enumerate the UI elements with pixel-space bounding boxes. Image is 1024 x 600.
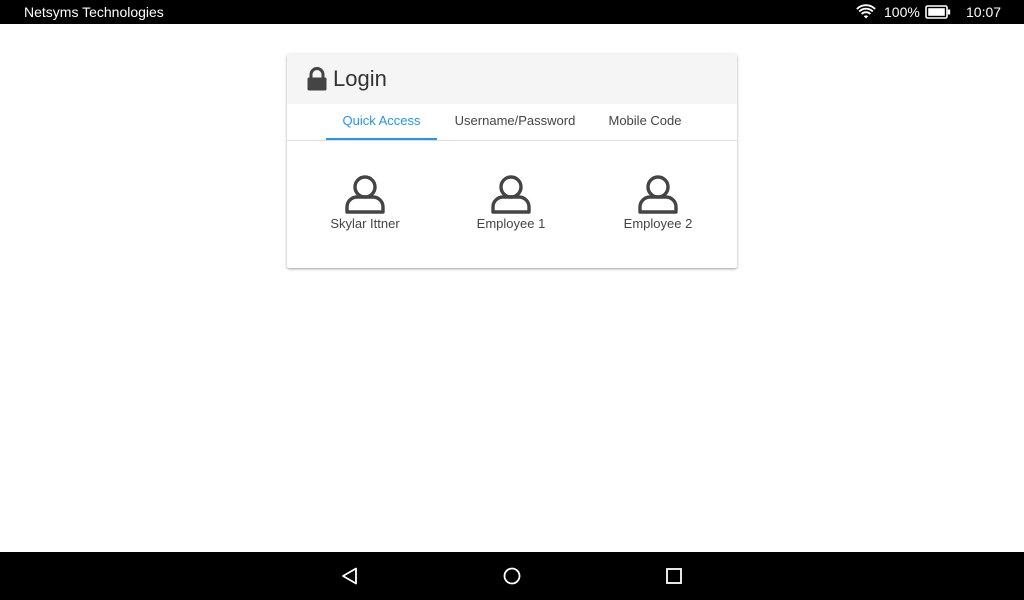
login-card-header: Login bbox=[287, 54, 737, 104]
user-tile-employee-2[interactable]: Employee 2 bbox=[598, 174, 718, 234]
user-tile-skylar-ittner[interactable]: Skylar Ittner bbox=[305, 174, 425, 234]
user-name: Employee 1 bbox=[476, 216, 546, 231]
back-icon[interactable] bbox=[340, 566, 360, 586]
navigation-bar bbox=[0, 552, 1024, 600]
clock: 10:07 bbox=[966, 4, 1002, 20]
user-tile-employee-1[interactable]: Employee 1 bbox=[451, 174, 571, 234]
lock-icon bbox=[307, 67, 327, 91]
user-icon bbox=[491, 175, 531, 214]
home-icon[interactable] bbox=[502, 566, 522, 586]
user-name: Skylar Ittner bbox=[330, 216, 400, 231]
user-icon bbox=[638, 175, 678, 214]
tab-mobile-code[interactable]: Mobile Code bbox=[601, 104, 689, 138]
tab-quick-access[interactable]: Quick Access bbox=[326, 104, 437, 140]
login-tabs: Quick Access Username/Password Mobile Co… bbox=[287, 104, 737, 141]
wifi-icon bbox=[856, 4, 876, 19]
app-name: Netsyms Technologies bbox=[24, 4, 164, 20]
user-name: Employee 2 bbox=[623, 216, 693, 231]
quick-access-users: Skylar Ittner Employee 1 Employee 2 bbox=[287, 174, 737, 234]
login-title: Login bbox=[333, 66, 387, 91]
status-bar: Netsyms Technologies 100% 10:07 bbox=[0, 0, 1024, 24]
recent-apps-icon[interactable] bbox=[664, 566, 684, 586]
tab-username-password[interactable]: Username/Password bbox=[447, 104, 583, 138]
battery-icon bbox=[925, 5, 951, 19]
battery-percentage: 100% bbox=[884, 4, 920, 20]
user-icon bbox=[345, 175, 385, 214]
login-card: Login Quick Access Username/Password Mob… bbox=[287, 54, 737, 268]
